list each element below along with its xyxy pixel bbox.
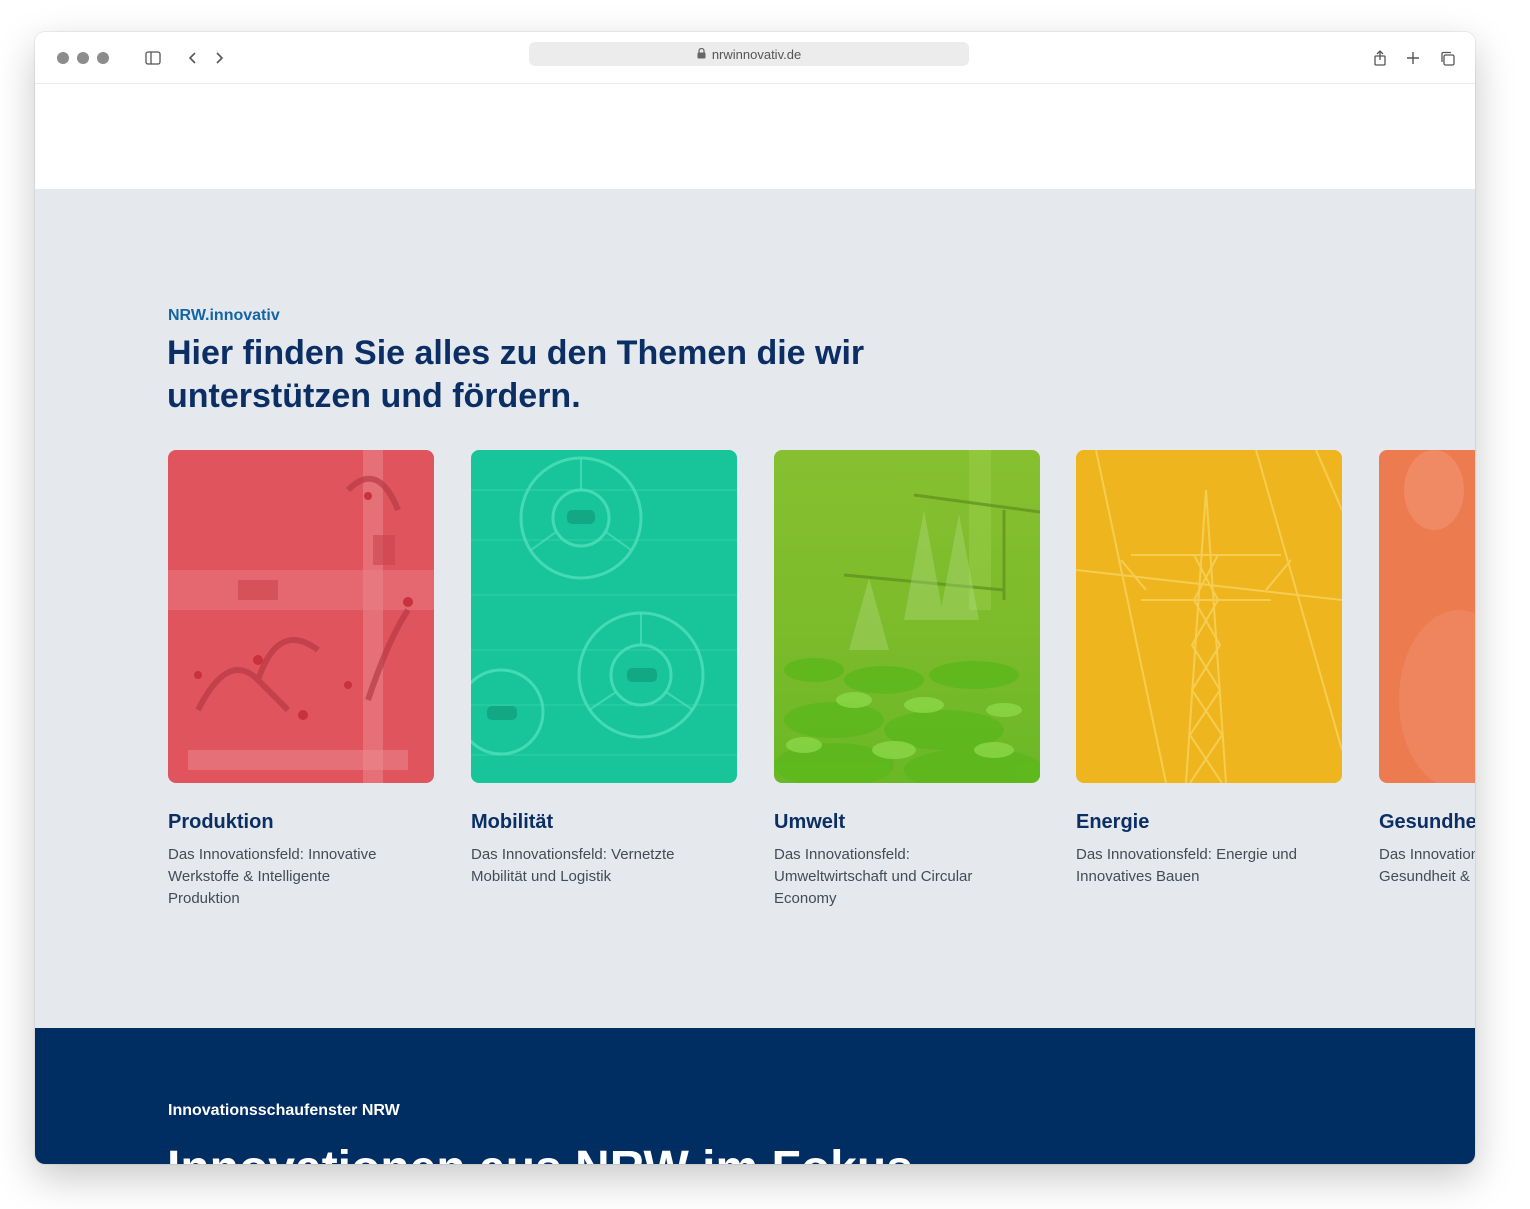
url-text: nrwinnovativ.de xyxy=(711,46,802,62)
card-description: Das Innovationsfeld: Innovative Werkstof… xyxy=(168,846,377,907)
topic-card-mobilitaet[interactable]: Mobilität Das Innovationsfeld: Vernetzte… xyxy=(471,450,737,888)
card-description: Das Innovationsfeld: Umweltwirtschaft un… xyxy=(774,846,973,907)
window-controls xyxy=(57,52,109,64)
produktion-image xyxy=(168,450,434,783)
zoom-window-button[interactable] xyxy=(97,52,109,64)
topic-card-umwelt[interactable]: Umwelt Das Innovationsfeld: Umweltwirtsc… xyxy=(774,450,1040,910)
browser-toolbar: nrwinnovativ.de xyxy=(35,32,1475,84)
page-content: NRW.innovativ Hier finden Sie alles zu d… xyxy=(35,84,1475,1164)
mobilitaet-image xyxy=(471,450,737,783)
gesundheit-image xyxy=(1379,450,1475,783)
topics-section: NRW.innovativ Hier finden Sie alles zu d… xyxy=(35,189,1475,1028)
section-headline: Hier finden Sie alles zu den Themen die … xyxy=(167,334,865,415)
card-description: Das Innovationsfeld: Vernetzte Mobilität… xyxy=(471,846,675,885)
card-title: Produktion xyxy=(168,811,274,833)
header-area xyxy=(35,84,1475,189)
sidebar-toggle-icon[interactable] xyxy=(141,46,165,70)
energie-image xyxy=(1076,450,1342,783)
showcase-section: Innovationsschaufenster NRW Innovationen… xyxy=(35,1028,1475,1164)
browser-window: nrwinnovativ.de NRW.innovativ Hier finde… xyxy=(35,32,1475,1164)
topic-card-energie[interactable]: Energie Das Innovationsfeld: Energie und… xyxy=(1076,450,1342,888)
close-window-button[interactable] xyxy=(57,52,69,64)
card-title: Gesundheit xyxy=(1379,811,1475,833)
new-tab-plus-icon[interactable] xyxy=(1401,46,1425,70)
card-description: Das Innovationsfeld: Medizin, Gesundheit… xyxy=(1379,846,1475,885)
lock-icon xyxy=(697,47,706,62)
minimize-window-button[interactable] xyxy=(77,52,89,64)
card-description: Das Innovationsfeld: Energie und Innovat… xyxy=(1076,846,1297,885)
topic-card-produktion[interactable]: Produktion Das Innovationsfeld: Innovati… xyxy=(168,450,434,910)
card-title: Mobilität xyxy=(471,811,554,833)
address-bar[interactable]: nrwinnovativ.de xyxy=(529,42,969,66)
back-arrow-icon[interactable] xyxy=(181,46,205,70)
section-eyebrow: NRW.innovativ xyxy=(168,307,280,324)
card-title: Umwelt xyxy=(774,811,846,833)
showcase-eyebrow: Innovationsschaufenster NRW xyxy=(168,1102,400,1119)
tab-overview-icon[interactable] xyxy=(1435,46,1459,70)
forward-arrow-icon[interactable] xyxy=(207,46,231,70)
card-title: Energie xyxy=(1076,811,1150,833)
topic-card-gesundheit[interactable]: Gesundheit Das Innovationsfeld: Medizin,… xyxy=(1379,450,1475,888)
umwelt-image xyxy=(774,450,1040,783)
showcase-headline: Innovationen aus NRW im Fokus xyxy=(167,1141,913,1164)
share-icon[interactable] xyxy=(1368,46,1392,70)
